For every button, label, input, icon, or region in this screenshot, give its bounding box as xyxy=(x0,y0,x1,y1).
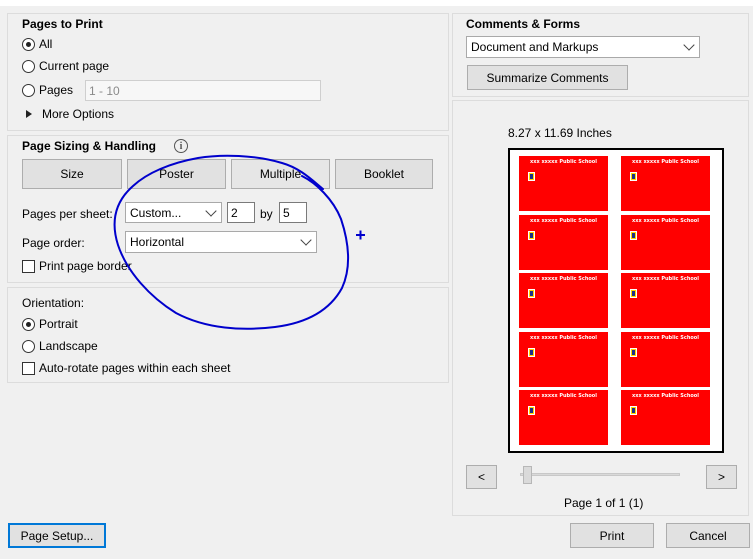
preview-tile-text: xxx xxxxx Public School xyxy=(530,334,597,341)
preview-tile-text: xxx xxxxx Public School xyxy=(530,276,597,282)
page-slider-track[interactable] xyxy=(520,473,680,476)
radio-landscape[interactable]: Landscape xyxy=(22,338,98,354)
radio-portrait[interactable]: Portrait xyxy=(22,316,78,332)
summarize-comments-button[interactable]: Summarize Comments xyxy=(467,65,628,90)
radio-landscape-dot[interactable] xyxy=(22,339,35,353)
tab-booklet[interactable]: Booklet xyxy=(335,159,433,189)
preview-tile: xxx xxxxx Public School xyxy=(621,214,710,270)
preview-tile: xxx xxxxx Public School xyxy=(519,331,608,387)
page-order-value: Horizontal xyxy=(130,235,185,249)
window-top-edge xyxy=(0,0,753,6)
page-sizing-title: Page Sizing & Handling xyxy=(22,139,157,153)
radio-pages-dot[interactable] xyxy=(22,83,35,97)
next-page-button[interactable]: > xyxy=(706,465,737,489)
preview-tile-text: xxx xxxxx Public School xyxy=(632,393,699,399)
school-crest-icon xyxy=(528,172,535,181)
chevron-down-icon xyxy=(683,39,695,51)
auto-rotate-checkbox[interactable]: Auto-rotate pages within each sheet xyxy=(22,360,230,376)
more-options-toggle[interactable]: More Options xyxy=(26,106,126,122)
preview-tile-text: xxx xxxxx Public School xyxy=(632,159,699,165)
preview-tile-text: xxx xxxxx Public School xyxy=(530,393,597,399)
print-page-border-label: Print page border xyxy=(39,259,132,273)
print-page-border-checkbox[interactable]: Print page border xyxy=(22,258,132,274)
print-page-border-box[interactable] xyxy=(22,259,35,273)
school-crest-icon xyxy=(630,172,637,181)
comments-forms-title: Comments & Forms xyxy=(466,17,581,31)
info-icon[interactable]: i xyxy=(174,139,188,153)
page-setup-button[interactable]: Page Setup... xyxy=(8,523,106,548)
radio-current-page-dot[interactable] xyxy=(22,59,35,73)
preview-tile: xxx xxxxx Public School xyxy=(519,390,608,445)
comments-forms-value: Document and Markups xyxy=(471,40,599,54)
preview-tile-text: xxx xxxxx Public School xyxy=(530,159,597,165)
radio-all[interactable]: All xyxy=(22,36,52,52)
page-order-label: Page order: xyxy=(22,236,85,250)
tab-size[interactable]: Size xyxy=(22,159,122,189)
more-options-label: More Options xyxy=(42,107,115,121)
auto-rotate-box[interactable] xyxy=(22,361,35,375)
pages-down-input[interactable]: 5 xyxy=(279,202,307,223)
preview-tile: xxx xxxxx Public School xyxy=(519,214,608,270)
pages-across-input[interactable]: 2 xyxy=(227,202,255,223)
auto-rotate-label: Auto-rotate pages within each sheet xyxy=(39,361,231,375)
preview-page: xxx xxxxx Public School xxx xxxxx Public … xyxy=(508,148,724,453)
orientation-title: Orientation: xyxy=(22,296,85,310)
page-info: Page 1 of 1 (1) xyxy=(564,496,644,510)
school-crest-icon xyxy=(630,347,637,357)
expand-triangle-icon xyxy=(26,110,32,118)
preview-tile: xxx xxxxx Public School xyxy=(621,273,710,328)
prev-page-button[interactable]: < xyxy=(466,465,497,489)
page-slider-thumb[interactable] xyxy=(523,466,532,484)
tab-poster[interactable]: Poster xyxy=(127,159,226,189)
by-label: by xyxy=(260,207,273,221)
preview-tile: xxx xxxxx Public School xyxy=(519,273,608,328)
pages-range-input[interactable]: 1 - 10 xyxy=(85,80,321,101)
school-crest-icon xyxy=(528,406,535,415)
school-crest-icon xyxy=(528,289,535,298)
radio-portrait-dot[interactable] xyxy=(22,317,35,331)
radio-landscape-label: Landscape xyxy=(39,339,98,353)
pages-per-sheet-select[interactable]: Custom... xyxy=(125,202,222,223)
preview-tile: xxx xxxxx Public School xyxy=(519,156,608,211)
school-crest-icon xyxy=(528,347,535,357)
chevron-down-icon xyxy=(300,234,312,246)
preview-tile-text: xxx xxxxx Public School xyxy=(530,217,597,224)
radio-portrait-label: Portrait xyxy=(39,317,78,331)
chevron-down-icon xyxy=(205,204,217,217)
preview-size-label: 8.27 x 11.69 Inches xyxy=(508,126,612,140)
preview-tile: xxx xxxxx Public School xyxy=(621,331,710,387)
pages-to-print-title: Pages to Print xyxy=(22,17,103,31)
print-button[interactable]: Print xyxy=(570,523,654,548)
radio-current-page-label: Current page xyxy=(39,59,110,73)
school-crest-icon xyxy=(528,230,535,240)
radio-current-page[interactable]: Current page xyxy=(22,58,109,74)
page-order-select[interactable]: Horizontal xyxy=(125,231,317,253)
tab-multiple[interactable]: Multiple xyxy=(231,159,330,189)
school-crest-icon xyxy=(630,230,637,240)
comments-forms-select[interactable]: Document and Markups xyxy=(466,36,700,58)
radio-pages-label: Pages xyxy=(39,83,74,97)
preview-tile-text: xxx xxxxx Public School xyxy=(632,334,699,341)
radio-pages[interactable]: Pages xyxy=(22,82,73,98)
radio-all-label: All xyxy=(39,37,53,51)
school-crest-icon xyxy=(630,406,637,415)
cancel-button[interactable]: Cancel xyxy=(666,523,750,548)
preview-tile: xxx xxxxx Public School xyxy=(621,156,710,211)
pages-per-sheet-label: Pages per sheet: xyxy=(22,207,113,221)
preview-tile-text: xxx xxxxx Public School xyxy=(632,217,699,224)
preview-tile: xxx xxxxx Public School xyxy=(621,390,710,445)
school-crest-icon xyxy=(630,289,637,298)
preview-tile-text: xxx xxxxx Public School xyxy=(632,276,699,282)
radio-all-dot[interactable] xyxy=(22,37,35,51)
pages-per-sheet-value: Custom... xyxy=(130,205,182,220)
